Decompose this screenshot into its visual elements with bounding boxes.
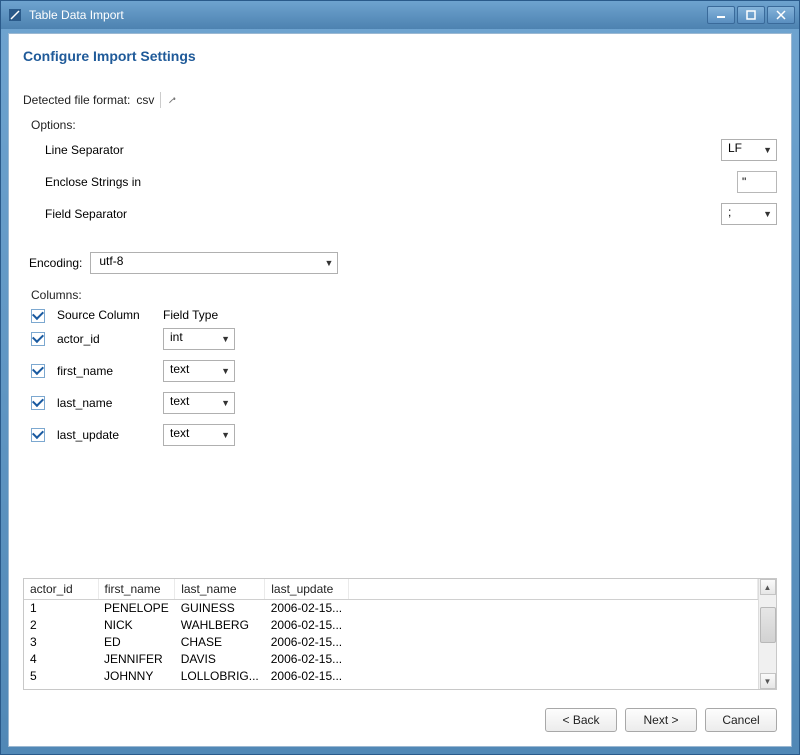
page-title: Configure Import Settings	[23, 48, 777, 64]
close-button[interactable]	[767, 6, 795, 24]
table-row[interactable]: 1PENELOPEGUINESS2006-02-15...	[24, 599, 758, 616]
column-type-select[interactable]: text	[163, 360, 235, 382]
encoding-select[interactable]: utf-8	[90, 252, 338, 274]
back-button[interactable]: < Back	[545, 708, 617, 732]
table-cell: PENELOPE	[98, 599, 175, 616]
maximize-button[interactable]	[737, 6, 765, 24]
column-checkbox[interactable]	[31, 428, 45, 442]
settings-icon[interactable]	[160, 92, 176, 108]
table-cell: 1	[24, 599, 98, 616]
field-separator-select[interactable]: ;	[721, 203, 777, 225]
options-block: Line Separator LF ▼ Enclose Strings in F…	[31, 138, 777, 234]
next-button[interactable]: Next >	[625, 708, 697, 732]
column-checkbox[interactable]	[31, 332, 45, 346]
encoding-label: Encoding:	[29, 256, 82, 270]
column-row: last_nametext▼	[31, 391, 777, 415]
table-cell: WAHLBERG	[175, 616, 265, 633]
table-cell: 2	[24, 616, 98, 633]
detected-format-label: Detected file format:	[23, 93, 130, 107]
table-cell: 2006-02-15...	[265, 633, 349, 650]
table-cell: DAVIS	[175, 650, 265, 667]
scroll-up-button[interactable]: ▲	[760, 579, 776, 595]
column-type-select[interactable]: text	[163, 424, 235, 446]
window-buttons	[707, 6, 795, 24]
scrollbar-vertical[interactable]: ▲ ▼	[758, 579, 776, 689]
table-cell: CHASE	[175, 633, 265, 650]
column-header[interactable]: last_name	[175, 579, 265, 599]
preview-data-table: actor_idfirst_namelast_namelast_update 1…	[24, 579, 758, 684]
table-row[interactable]: 3EDCHASE2006-02-15...	[24, 633, 758, 650]
window-title: Table Data Import	[29, 8, 707, 22]
cancel-button[interactable]: Cancel	[705, 708, 777, 732]
columns-block: Columns: Source Column Field Type actor_…	[31, 288, 777, 455]
detected-format-row: Detected file format: csv	[23, 92, 777, 108]
column-row: actor_idint▼	[31, 327, 777, 351]
enclose-strings-input[interactable]	[737, 171, 777, 193]
field-separator-label: Field Separator	[31, 207, 721, 221]
app-icon	[7, 7, 23, 23]
scroll-track[interactable]	[760, 595, 776, 673]
table-cell: 3	[24, 633, 98, 650]
column-type-select[interactable]: text	[163, 392, 235, 414]
scroll-down-button[interactable]: ▼	[760, 673, 776, 689]
column-name: last_name	[53, 396, 157, 410]
table-cell: LOLLOBRIG...	[175, 667, 265, 684]
content-panel: Configure Import Settings Detected file …	[8, 33, 792, 747]
column-row: first_nametext▼	[31, 359, 777, 383]
columns-select-all-checkbox[interactable]	[31, 309, 45, 323]
column-type-select[interactable]: int	[163, 328, 235, 350]
columns-header-source: Source Column	[53, 308, 157, 322]
table-cell: 2006-02-15...	[265, 616, 349, 633]
column-header[interactable]: last_update	[265, 579, 349, 599]
table-cell: 4	[24, 650, 98, 667]
titlebar[interactable]: Table Data Import	[1, 1, 799, 29]
table-row[interactable]: 2NICKWAHLBERG2006-02-15...	[24, 616, 758, 633]
column-checkbox[interactable]	[31, 364, 45, 378]
table-row[interactable]: 4JENNIFERDAVIS2006-02-15...	[24, 650, 758, 667]
table-cell: NICK	[98, 616, 175, 633]
columns-header-type: Field Type	[163, 308, 243, 322]
line-separator-select[interactable]: LF	[721, 139, 777, 161]
table-cell: 2006-02-15...	[265, 650, 349, 667]
table-cell: 2006-02-15...	[265, 667, 349, 684]
table-cell: JENNIFER	[98, 650, 175, 667]
minimize-button[interactable]	[707, 6, 735, 24]
scroll-thumb[interactable]	[760, 607, 776, 643]
line-separator-label: Line Separator	[31, 143, 721, 157]
column-row: last_updatetext▼	[31, 423, 777, 447]
column-header[interactable]: actor_id	[24, 579, 98, 599]
table-cell: GUINESS	[175, 599, 265, 616]
table-cell: ED	[98, 633, 175, 650]
footer-buttons: < Back Next > Cancel	[23, 708, 777, 732]
table-cell: JOHNNY	[98, 667, 175, 684]
column-name: first_name	[53, 364, 157, 378]
column-header[interactable]: first_name	[98, 579, 175, 599]
enclose-strings-label: Enclose Strings in	[31, 175, 737, 189]
detected-format-value: csv	[136, 93, 154, 107]
column-checkbox[interactable]	[31, 396, 45, 410]
options-legend: Options:	[31, 118, 777, 132]
columns-legend: Columns:	[31, 288, 777, 302]
column-name: actor_id	[53, 332, 157, 346]
preview-table: actor_idfirst_namelast_namelast_update 1…	[23, 578, 777, 690]
table-cell: 5	[24, 667, 98, 684]
app-window: Table Data Import Configure Import Setti…	[0, 0, 800, 755]
table-row[interactable]: 5JOHNNYLOLLOBRIG...2006-02-15...	[24, 667, 758, 684]
column-name: last_update	[53, 428, 157, 442]
table-cell: 2006-02-15...	[265, 599, 349, 616]
